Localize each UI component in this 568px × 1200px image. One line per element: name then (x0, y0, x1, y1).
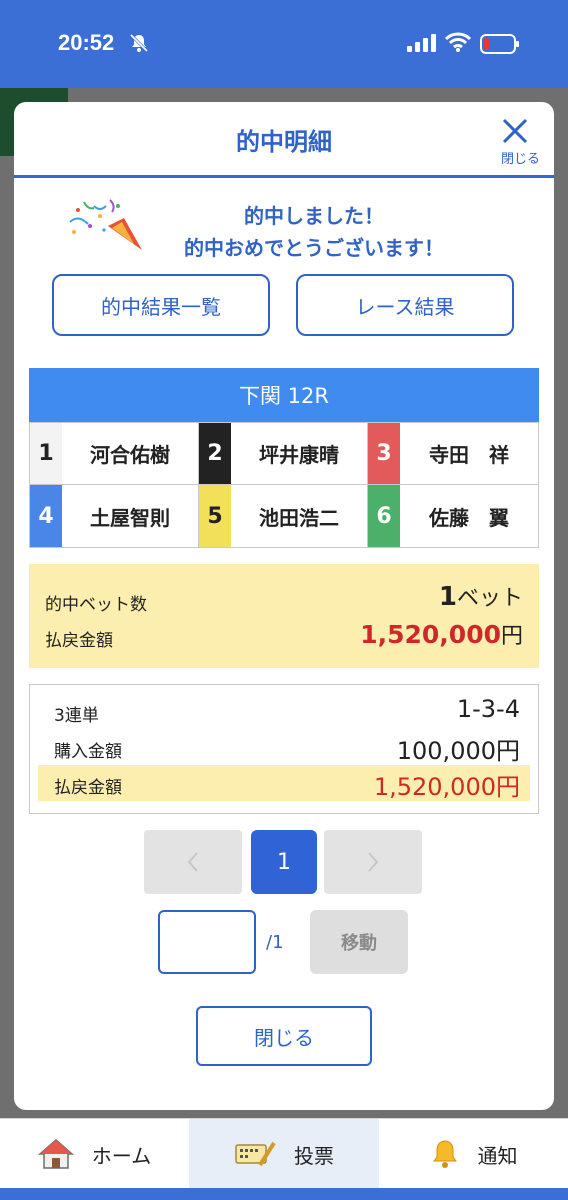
ticket-pen-icon (235, 1141, 276, 1167)
racer-number: 6 (368, 485, 400, 547)
racer-1: 1 河合佑樹 (30, 423, 199, 485)
racer-number: 4 (30, 485, 62, 547)
payout-value: 1,520,000円 (360, 618, 523, 650)
detail-payout-value: 1,520,000円 (373, 773, 520, 801)
prev-page-button[interactable] (144, 830, 242, 894)
race-result-button[interactable]: レース結果 (296, 274, 514, 336)
bets-value: 1ベット (439, 580, 523, 612)
payout-unit: 円 (500, 624, 523, 649)
page-jump: /1 移動 (158, 910, 418, 976)
modal-title: 的中明細 (236, 128, 332, 156)
nav-vote[interactable]: 投票 (189, 1119, 379, 1189)
racer-number: 2 (199, 423, 231, 484)
hit-list-button[interactable]: 的中結果一覧 (52, 274, 270, 336)
racer-3: 3 寺田 祥 (368, 423, 538, 485)
chevron-right-icon (368, 852, 379, 872)
status-bar: 20:52 (0, 0, 568, 88)
bet-combination: 1-3-4 (456, 695, 520, 723)
racer-5: 5 池田浩二 (199, 485, 368, 547)
racer-name: 河合佑樹 (90, 443, 170, 467)
bet-type-label: 3連単 (54, 706, 99, 726)
result-buttons: 的中結果一覧 レース結果 (52, 274, 516, 336)
bell-icon (432, 1140, 457, 1168)
page-number-input[interactable] (158, 910, 256, 974)
payout-label: 払戻金額 (45, 631, 113, 651)
hit-detail-modal: 的中明細 閉じる 的中しました！ 的中おめでとうございます！ 的中結果一覧 レー… (14, 102, 554, 1110)
bottom-nav: ホーム 投票 通知 (0, 1118, 568, 1189)
nav-vote-label: 投票 (294, 1143, 334, 1168)
chevron-left-icon (187, 852, 198, 872)
racer-number: 5 (199, 485, 231, 547)
bet-type-row: 3連単 1-3-4 (38, 693, 530, 729)
move-button[interactable]: 移動 (310, 910, 408, 974)
purchase-label: 購入金額 (54, 742, 122, 762)
racer-name: 寺田 祥 (429, 443, 509, 467)
payout-amount: 1,520,000 (360, 620, 501, 649)
racer-number: 3 (368, 423, 400, 484)
racer-name: 坪井康晴 (259, 443, 339, 467)
nav-home[interactable]: ホーム (0, 1119, 189, 1189)
battery-icon (480, 34, 519, 54)
purchase-value: 100,000円 (396, 737, 520, 765)
bet-detail: 3連単 1-3-4 購入金額 100,000円 払戻金額 1,520,000円 (29, 684, 539, 814)
racer-6: 6 佐藤 翼 (368, 485, 538, 547)
modal-header: 的中明細 閉じる (14, 102, 554, 178)
close-icon[interactable] (498, 114, 532, 148)
close-label[interactable]: 閉じる (501, 148, 540, 167)
close-button[interactable]: 閉じる (196, 1006, 372, 1066)
detail-payout-label: 払戻金額 (54, 778, 122, 798)
detail-payout-row: 払戻金額 1,520,000円 (38, 765, 530, 801)
racer-2: 2 坪井康晴 (199, 423, 368, 485)
hit-summary: 的中ベット数 1ベット 払戻金額 1,520,000円 (29, 564, 539, 668)
wifi-icon (445, 32, 471, 52)
racer-name: 池田浩二 (259, 505, 339, 530)
racer-name: 佐藤 翼 (429, 505, 509, 530)
signal-icon (407, 34, 436, 52)
congrats-subtitle: 的中おめでとうございます！ (184, 236, 444, 260)
nav-home-label: ホーム (91, 1143, 152, 1168)
home-icon (37, 1139, 74, 1169)
racer-grid: 1 河合佑樹 2 坪井康晴 3 寺田 祥 4 土屋智則 5 池田浩二 6 佐藤 … (29, 422, 539, 548)
racer-name: 土屋智則 (90, 505, 170, 530)
bell-muted-icon (129, 33, 149, 53)
next-page-button[interactable] (324, 830, 422, 894)
nav-notify[interactable]: 通知 (379, 1119, 568, 1189)
nav-notify-label: 通知 (477, 1143, 518, 1168)
current-page-button[interactable]: 1 (251, 830, 317, 894)
purchase-row: 購入金額 100,000円 (38, 729, 530, 765)
pagination: 1 (144, 830, 424, 894)
bottom-strip (0, 1188, 568, 1200)
racer-4: 4 土屋智則 (30, 485, 199, 547)
page-total: /1 (266, 932, 284, 953)
racer-number: 1 (30, 423, 62, 484)
bets-label: 的中ベット数 (45, 595, 147, 615)
bets-unit: ベット (456, 586, 523, 611)
congrats-message: 的中しました！ 的中おめでとうございます！ (14, 178, 554, 274)
congrats-title: 的中しました！ (244, 204, 384, 228)
bets-count: 1 (438, 582, 457, 612)
race-name-bar: 下関 12R (29, 368, 539, 422)
status-time: 20:52 (58, 30, 115, 55)
